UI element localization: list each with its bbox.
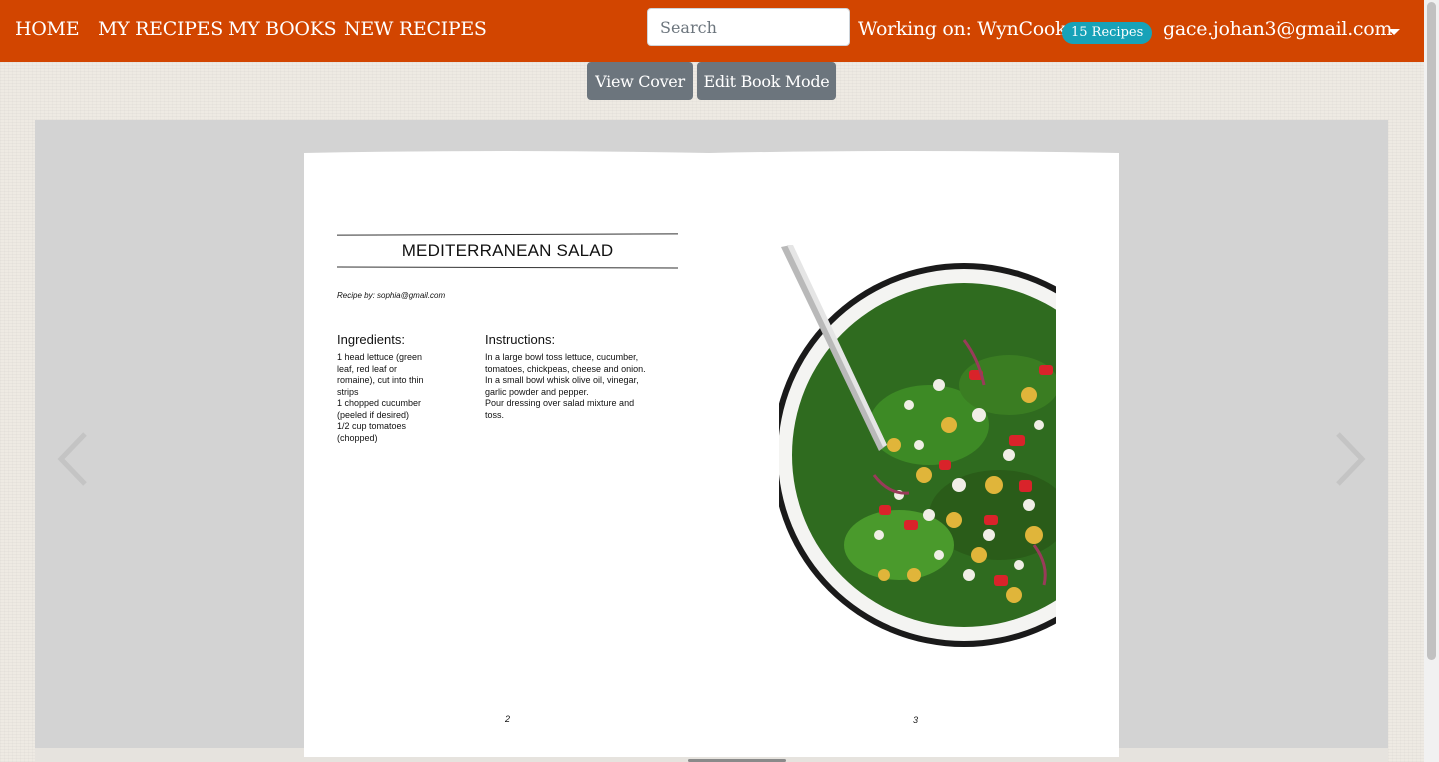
ingredient-line: (peeled if desired)	[337, 409, 410, 420]
ingredients-heading: Ingredients:	[337, 332, 405, 347]
ingredient-line: strips	[337, 386, 359, 397]
instruction-line: tomatoes, chickpeas, cheese and onion.	[485, 363, 646, 374]
right-page: 3	[709, 154, 1119, 757]
salad-bowl-image	[779, 245, 1056, 647]
instruction-line: Pour dressing over salad mixture and	[485, 398, 635, 408]
edit-book-mode-button[interactable]: Edit Book Mode	[697, 62, 836, 100]
recipe-count-badge: 15 Recipes	[1062, 22, 1153, 44]
ingredient-line: (chopped)	[337, 432, 378, 443]
top-navbar: HOME MY RECIPES MY BOOKS NEW RECIPES Wor…	[0, 0, 1424, 62]
right-page-number: 3	[913, 715, 919, 725]
instructions-heading: Instructions:	[485, 332, 556, 347]
nav-my-books[interactable]: MY BOOKS	[228, 18, 337, 40]
ingredient-line: 1 chopped cucumber	[337, 398, 422, 408]
left-page-number: 2	[505, 714, 511, 724]
instruction-line: garlic powder and pepper.	[485, 386, 589, 397]
recipe-author: Recipe by: sophia@gmail.com	[337, 291, 446, 300]
user-menu-toggle[interactable]: gace.johan3@gmail.com	[1163, 18, 1392, 40]
nav-home[interactable]: HOME	[15, 18, 80, 40]
ingredient-line: 1 head lettuce (green	[337, 352, 423, 362]
search-input[interactable]	[647, 8, 850, 46]
title-rule-top	[336, 233, 679, 236]
instruction-line: In a large bowl toss lettuce, cucumber,	[485, 352, 639, 362]
recipe-title: MEDITERRANEAN SALAD	[401, 241, 614, 260]
nav-new-recipes[interactable]: NEW RECIPES	[344, 18, 487, 40]
instruction-line: In a small bowl whisk olive oil, vinegar…	[485, 375, 639, 385]
working-on-label: Working on: WynCook	[858, 18, 1067, 40]
ingredient-line: leaf, red leaf or	[337, 363, 398, 374]
left-page: MEDITERRANEAN SALAD Recipe by: sophia@gm…	[304, 154, 709, 757]
ingredients-list: 1 head lettuce (green leaf, red leaf or …	[337, 352, 424, 444]
chevron-left-icon[interactable]	[53, 432, 93, 486]
caret-down-icon[interactable]	[1388, 29, 1400, 35]
instruction-line: toss.	[485, 409, 505, 420]
instructions-list: In a large bowl toss lettuce, cucumber, …	[485, 352, 646, 421]
view-cover-button[interactable]: View Cover	[587, 62, 693, 100]
title-rule-bottom	[336, 266, 679, 269]
chevron-right-icon[interactable]	[1330, 432, 1370, 486]
open-book: MEDITERRANEAN SALAD Recipe by: sophia@gm…	[304, 148, 1119, 757]
ingredient-line: 1/2 cup tomatoes	[337, 421, 407, 431]
nav-my-recipes[interactable]: MY RECIPES	[98, 18, 223, 40]
scrollbar-thumb[interactable]	[1427, 2, 1436, 660]
ingredient-line: romaine), cut into thin	[337, 375, 424, 385]
